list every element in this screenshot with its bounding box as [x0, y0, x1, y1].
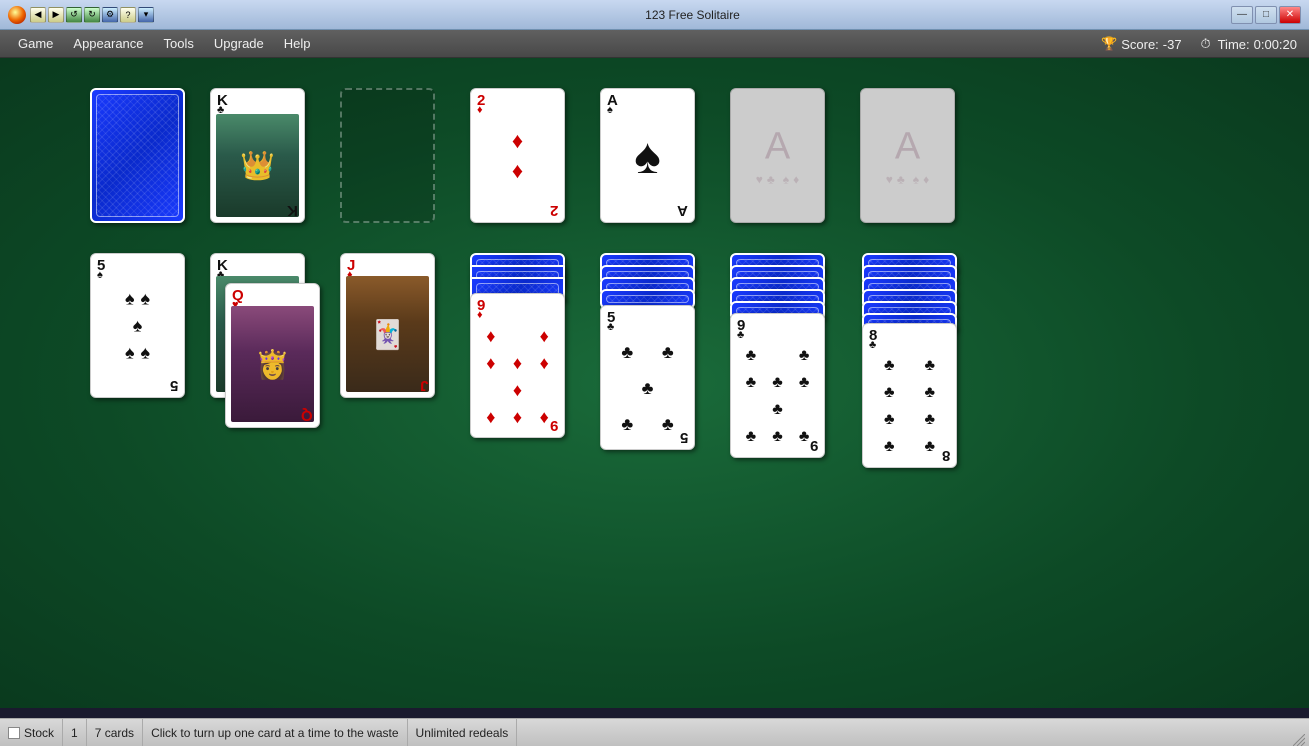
stock-icon — [8, 727, 20, 739]
score-display: 🏆 Score: -37 — [1101, 36, 1181, 52]
status-cards: 7 cards — [87, 719, 143, 746]
menu-upgrade[interactable]: Upgrade — [204, 32, 274, 55]
tableau-col4-9diamonds[interactable]: 9 ♦ ♦♦ ♦♦♦ ♦ ♦♦♦ 9 — [470, 293, 565, 438]
app-icon — [8, 6, 26, 24]
game-area[interactable]: K ♣ 👑 K 2 ♦ ♦ ♦ 2 A ♠ ♠ A A ♥♣ ♠♦ — [0, 58, 1309, 708]
suit-top: ♦ — [477, 310, 483, 321]
jack-face: 🃏 — [346, 276, 429, 392]
toolbar-btn-forward[interactable]: ▶ — [48, 7, 64, 23]
time-value: 0:00:20 — [1254, 37, 1297, 52]
minimize-button[interactable]: — — [1231, 6, 1253, 24]
tableau-col2-queen[interactable]: Q ♥ 👸 Q — [225, 283, 320, 428]
status-hint: Click to turn up one card at a time to t… — [143, 719, 407, 746]
toolbar-buttons: ◀ ▶ ↺ ↻ ⚙ ? ▾ — [30, 7, 154, 23]
close-button[interactable]: ✕ — [1279, 6, 1301, 24]
card-2-diamonds[interactable]: 2 ♦ ♦ ♦ 2 — [470, 88, 565, 223]
card-center: ♠ — [634, 127, 661, 185]
score-value: -37 — [1163, 37, 1182, 52]
menu-help[interactable]: Help — [274, 32, 321, 55]
rank-bot: 5 — [170, 378, 178, 393]
tableau-col1-5spades[interactable]: 5 ♠ ♠♠ ♠ ♠♠ 5 — [90, 253, 185, 398]
toolbar-btn-settings[interactable]: ⚙ — [102, 7, 118, 23]
status-stock-label: Stock — [24, 726, 54, 740]
status-hint-text: Click to turn up one card at a time to t… — [151, 726, 398, 740]
stock-pile[interactable] — [90, 88, 185, 223]
rank-bot: 2 — [550, 203, 558, 218]
rank-bot: 9 — [550, 418, 558, 433]
time-label: Time: — [1218, 37, 1250, 52]
window-title: 123 Free Solitaire — [154, 8, 1231, 22]
maximize-button[interactable]: □ — [1255, 6, 1277, 24]
suit-top: ♠ — [607, 105, 613, 116]
status-stock: Stock — [0, 719, 63, 746]
queen-face: 👸 — [231, 306, 314, 422]
resize-handle[interactable] — [1289, 719, 1309, 746]
time-icon: ⏱ — [1198, 36, 1214, 52]
menu-bar: Game Appearance Tools Upgrade Help 🏆 Sco… — [0, 30, 1309, 58]
status-count-value: 1 — [71, 726, 78, 740]
gray-ace-2: A ♥♣ ♠♦ — [886, 125, 930, 186]
suit-top: ♣ — [869, 340, 876, 351]
toolbar-btn-help[interactable]: ? — [120, 7, 136, 23]
score-bar: 🏆 Score: -37 ⏱ Time: 0:00:20 — [1101, 30, 1309, 58]
tableau-col5-5clubs[interactable]: 5 ♣ ♣♣ ♣ ♣♣ 5 — [600, 305, 695, 450]
rank-bot: Q — [301, 408, 313, 423]
card-back-pattern — [96, 94, 179, 217]
card-pips: ♦ ♦ — [512, 128, 523, 184]
toolbar-btn-undo[interactable]: ↺ — [66, 7, 82, 23]
foundation-gray-1[interactable]: A ♥♣ ♠♦ — [730, 88, 825, 223]
tableau-col6-9clubs[interactable]: 9 ♣ ♣♣ ♣♣♣ ♣ ♣♣♣ 9 — [730, 313, 825, 458]
status-count: 1 — [63, 719, 87, 746]
status-redeals: Unlimited redeals — [408, 719, 518, 746]
tableau-col3-jack[interactable]: J ♦ 🃏 J — [340, 253, 435, 398]
queen-figure: 👸 — [231, 306, 314, 422]
window-controls: — □ ✕ — [1231, 6, 1301, 24]
tableau-col7-8clubs[interactable]: 8 ♣ ♣♣ ♣♣ ♣♣ ♣♣ 8 — [862, 323, 957, 468]
menu-game[interactable]: Game — [8, 32, 63, 55]
status-cards-value: 7 cards — [95, 726, 134, 740]
jack-figure: 🃏 — [346, 276, 429, 392]
toolbar-btn-redo[interactable]: ↻ — [84, 7, 100, 23]
rank-bot: J — [420, 378, 428, 393]
suit-top: ♠ — [97, 270, 103, 281]
rank-bot: 5 — [680, 430, 688, 445]
toolbar-btn-more[interactable]: ▾ — [138, 7, 154, 23]
rank-bot: 8 — [942, 448, 950, 463]
menu-appearance[interactable]: Appearance — [63, 32, 153, 55]
foundation-gray-2[interactable]: A ♥♣ ♠♦ — [860, 88, 955, 223]
rank-bot: A — [677, 203, 688, 218]
empty-slot-3 — [340, 88, 435, 223]
gray-ace-1: A ♥♣ ♠♦ — [756, 125, 800, 186]
suit-top: ♣ — [607, 322, 614, 333]
score-label: Score: — [1121, 37, 1159, 52]
title-bar-left: ◀ ▶ ↺ ↻ ⚙ ? ▾ — [8, 6, 154, 24]
title-bar: ◀ ▶ ↺ ↻ ⚙ ? ▾ 123 Free Solitaire — □ ✕ — [0, 0, 1309, 30]
waste-card-king-clubs[interactable]: K ♣ 👑 K — [210, 88, 305, 223]
suit-top: ♣ — [737, 330, 744, 341]
status-redeals-text: Unlimited redeals — [416, 726, 509, 740]
rank-bot: 9 — [810, 438, 818, 453]
rank-bot: K — [287, 203, 298, 218]
time-display: ⏱ Time: 0:00:20 — [1198, 36, 1297, 52]
toolbar-btn-back[interactable]: ◀ — [30, 7, 46, 23]
status-bar: Stock 1 7 cards Click to turn up one car… — [0, 718, 1309, 746]
score-icon: 🏆 — [1101, 36, 1117, 52]
menu-tools[interactable]: Tools — [154, 32, 204, 55]
suit-top: ♦ — [477, 105, 483, 116]
foundation-ace-spades[interactable]: A ♠ ♠ A — [600, 88, 695, 223]
